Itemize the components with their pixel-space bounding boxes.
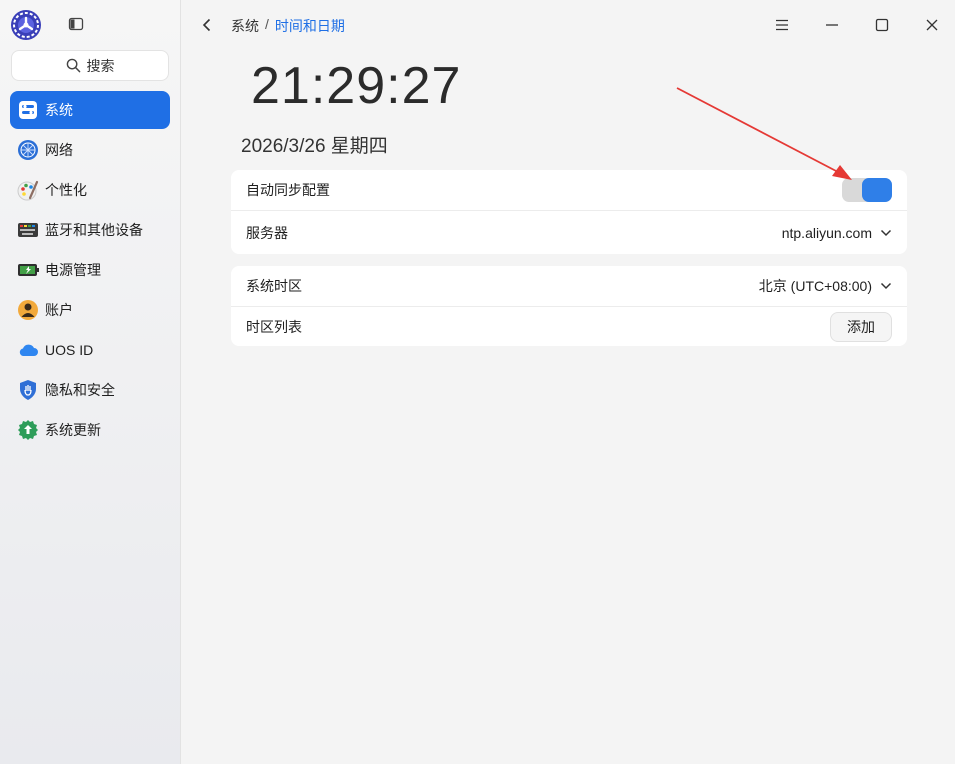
sidebar-item-label: UOS ID xyxy=(45,342,94,358)
timezone-row: 系统时区 北京 (UTC+08:00) xyxy=(231,266,907,306)
sidebar-nav: 系统 网络 个性化 蓝牙和其他设备 电源管理 账户 UOS ID 隐私和安全 系… xyxy=(10,91,170,451)
search-input[interactable]: 搜索 xyxy=(11,50,169,81)
sidebar-item-account[interactable]: 账户 xyxy=(10,291,170,329)
sidebar-item-label: 电源管理 xyxy=(45,262,101,278)
bluetooth-devices-icon xyxy=(17,219,39,241)
timezone-select[interactable]: 北京 (UTC+08:00) xyxy=(759,276,892,296)
sidebar-item-label: 账户 xyxy=(45,302,73,318)
app-logo-icon xyxy=(11,10,41,40)
menu-button[interactable] xyxy=(769,12,795,38)
sidebar-toggle-icon[interactable] xyxy=(68,16,84,32)
minimize-icon xyxy=(826,24,838,26)
search-label: 搜索 xyxy=(86,57,115,74)
add-timezone-button[interactable]: 添加 xyxy=(830,311,892,342)
chevron-down-icon xyxy=(880,282,892,290)
sidebar-item-label: 系统 xyxy=(45,102,73,118)
minimize-button[interactable] xyxy=(819,12,845,38)
system-icon xyxy=(17,99,39,121)
sidebar-item-label: 系统更新 xyxy=(45,422,101,438)
network-icon xyxy=(17,139,39,161)
auto-sync-row: 自动同步配置 xyxy=(231,170,907,210)
sync-settings-card: 自动同步配置 服务器 ntp.aliyun.com xyxy=(231,170,907,254)
sidebar-item-system[interactable]: 系统 xyxy=(10,91,170,129)
breadcrumb-parent[interactable]: 系统 xyxy=(231,16,259,36)
timezone-label: 系统时区 xyxy=(246,278,302,294)
toggle-knob xyxy=(862,178,892,202)
breadcrumb-separator: / xyxy=(265,16,269,32)
timezone-value: 北京 (UTC+08:00) xyxy=(758,278,872,294)
breadcrumb: 系统 / 时间和日期 xyxy=(231,16,345,36)
search-icon xyxy=(66,58,80,73)
account-icon xyxy=(17,299,39,321)
personalization-icon xyxy=(17,179,39,201)
sidebar-item-bluetooth[interactable]: 蓝牙和其他设备 xyxy=(10,211,170,249)
cloud-icon xyxy=(17,339,39,361)
power-icon xyxy=(17,259,39,281)
close-icon xyxy=(926,19,938,31)
sidebar-item-label: 网络 xyxy=(45,142,73,158)
maximize-button[interactable] xyxy=(869,12,895,38)
sidebar-item-uos-id[interactable]: UOS ID xyxy=(10,331,170,369)
sidebar-item-label: 蓝牙和其他设备 xyxy=(45,222,143,238)
server-select[interactable]: ntp.aliyun.com xyxy=(782,225,892,241)
server-value: ntp.aliyun.com xyxy=(781,224,872,241)
close-button[interactable] xyxy=(919,12,945,38)
timezone-list-row: 时区列表 添加 xyxy=(231,306,907,346)
clock-time: 21:29:27 xyxy=(251,57,462,115)
chevron-down-icon xyxy=(880,229,892,236)
timezone-list-label: 时区列表 xyxy=(246,318,302,335)
maximize-icon xyxy=(875,18,889,32)
update-icon xyxy=(17,419,39,441)
chevron-left-icon xyxy=(202,18,211,32)
sidebar-item-power[interactable]: 电源管理 xyxy=(10,251,170,289)
sidebar-item-label: 个性化 xyxy=(45,182,87,198)
sidebar-item-label: 隐私和安全 xyxy=(45,382,115,398)
sidebar-item-network[interactable]: 网络 xyxy=(10,131,170,169)
privacy-shield-icon xyxy=(17,379,39,401)
sidebar-item-privacy[interactable]: 隐私和安全 xyxy=(10,371,170,409)
clock-date: 2026/3/26 星期四 xyxy=(241,136,388,157)
sidebar-item-personalization[interactable]: 个性化 xyxy=(10,171,170,209)
sidebar: 搜索 系统 网络 个性化 蓝牙和其他设备 电源管理 账户 UOS ID 隐私和安… xyxy=(0,0,181,764)
menu-icon xyxy=(776,19,788,31)
auto-sync-label: 自动同步配置 xyxy=(246,182,330,198)
timezone-card: 系统时区 北京 (UTC+08:00) 时区列表 添加 xyxy=(231,266,907,346)
back-button[interactable] xyxy=(197,14,217,36)
server-label: 服务器 xyxy=(246,224,288,241)
breadcrumb-current: 时间和日期 xyxy=(274,18,345,34)
auto-sync-toggle[interactable] xyxy=(842,178,892,202)
main-panel: 系统 / 时间和日期 21:29:27 2026/3/26 星期四 自动同步配置… xyxy=(181,0,955,764)
sidebar-item-update[interactable]: 系统更新 xyxy=(10,411,170,449)
server-row: 服务器 ntp.aliyun.com xyxy=(231,210,907,254)
